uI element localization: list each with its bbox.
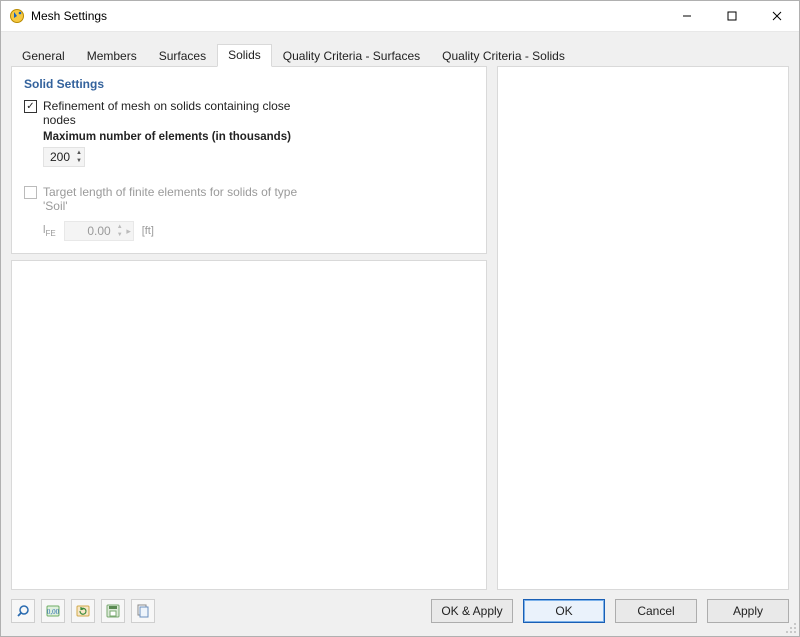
target-soil-checkbox (24, 186, 37, 199)
tab-strip: General Members Surfaces Solids Quality … (11, 44, 789, 66)
max-elements-spinner[interactable]: 200 ▲ ▼ (43, 147, 85, 167)
ok-apply-button[interactable]: OK & Apply (431, 599, 513, 623)
max-elements-value: 200 (44, 150, 74, 164)
tab-members[interactable]: Members (76, 45, 148, 67)
maximize-button[interactable] (709, 1, 754, 31)
lfe-row: lFE 0.00 ▲ ▼ ▸ [ft] (43, 221, 474, 241)
apply-button[interactable]: Apply (707, 599, 789, 623)
refinement-checkbox[interactable]: ✓ (24, 100, 37, 113)
refresh-tool-button[interactable] (71, 599, 95, 623)
tab-quality-criteria-surfaces[interactable]: Quality Criteria - Surfaces (272, 45, 431, 67)
close-button[interactable] (754, 1, 799, 31)
ok-button[interactable]: OK (523, 599, 605, 623)
copy-template-tool-button[interactable] (131, 599, 155, 623)
window-title: Mesh Settings (31, 9, 664, 23)
cancel-button[interactable]: Cancel (615, 599, 697, 623)
tab-general[interactable]: General (11, 45, 76, 67)
left-toolbar: 0,00 (11, 599, 155, 623)
panel-title: Solid Settings (24, 77, 474, 91)
lfe-spinner-buttons: ▲ ▼ (115, 223, 125, 239)
decimals-tool-button[interactable]: 0,00 (41, 599, 65, 623)
spin-down-icon[interactable]: ▼ (74, 157, 84, 165)
chevron-right-icon: ▸ (125, 226, 133, 237)
target-soil-option-row: Target length of finite elements for sol… (24, 185, 474, 213)
svg-text:0,00: 0,00 (47, 608, 60, 616)
lfe-unit: [ft] (142, 225, 154, 237)
titlebar: Mesh Settings (1, 1, 799, 32)
right-preview-panel (497, 66, 789, 590)
solid-settings-panel: Solid Settings ✓ Refinement of mesh on s… (11, 66, 487, 254)
tab-surfaces[interactable]: Surfaces (148, 45, 217, 67)
app-icon (9, 8, 25, 24)
tab-solids[interactable]: Solids (217, 44, 272, 67)
spin-up-icon: ▲ (115, 223, 125, 231)
save-template-tool-button[interactable] (101, 599, 125, 623)
dialog-button-row: OK & Apply OK Cancel Apply (431, 599, 789, 623)
lower-left-panel (11, 260, 487, 590)
minimize-button[interactable] (664, 1, 709, 31)
refinement-label: Refinement of mesh on solids containing … (43, 99, 303, 127)
lfe-value: 0.00 (65, 224, 115, 238)
search-tool-button[interactable] (11, 599, 35, 623)
check-icon: ✓ (26, 102, 34, 112)
refinement-option-row: ✓ Refinement of mesh on solids containin… (24, 99, 474, 127)
tab-quality-criteria-solids[interactable]: Quality Criteria - Solids (431, 45, 576, 67)
lfe-spinner: 0.00 ▲ ▼ ▸ (64, 221, 134, 241)
spin-up-icon[interactable]: ▲ (74, 149, 84, 157)
resize-grip-icon[interactable] (785, 622, 797, 634)
spinner-buttons[interactable]: ▲ ▼ (74, 149, 84, 165)
spin-down-icon: ▼ (115, 231, 125, 239)
lfe-symbol: lFE (43, 224, 56, 238)
max-elements-label: Maximum number of elements (in thousands… (43, 131, 474, 143)
bottom-bar: 0,00 OK & Apply OK Cancel Apply (11, 596, 789, 626)
target-soil-label: Target length of finite elements for sol… (43, 185, 303, 213)
